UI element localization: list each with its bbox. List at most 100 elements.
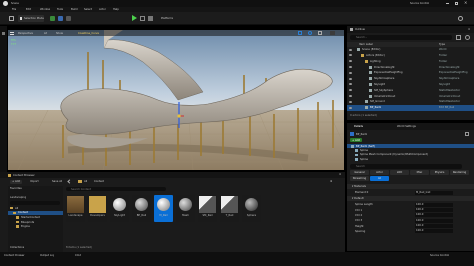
path-content[interactable]: Content bbox=[94, 180, 104, 183]
cb-asset-search[interactable]: Search Content bbox=[66, 187, 166, 191]
col-type[interactable]: Type bbox=[439, 43, 445, 46]
menu-select[interactable]: Select bbox=[84, 8, 92, 11]
source-control-status[interactable]: Source Control bbox=[430, 254, 449, 257]
asset-tile[interactable]: SkyLight bbox=[110, 195, 129, 222]
lit-button[interactable]: Lit bbox=[44, 32, 47, 35]
filter-chip[interactable]: Actor bbox=[370, 170, 389, 175]
visibility-eye-icon[interactable] bbox=[349, 71, 352, 74]
output-log-button[interactable]: Output Log bbox=[40, 254, 54, 257]
cb-save-all-button[interactable]: Save All bbox=[52, 180, 62, 183]
outliner-row[interactable]: Lighting Folder bbox=[347, 59, 474, 65]
outliner-tab[interactable]: Outliner ✕ bbox=[347, 26, 474, 33]
cb-import-button[interactable]: Import bbox=[30, 180, 39, 183]
menu-help[interactable]: Help bbox=[113, 8, 119, 11]
cinematics-icon[interactable] bbox=[66, 16, 71, 21]
show-button[interactable]: Show bbox=[56, 32, 63, 35]
add-component-button[interactable]: + Add bbox=[350, 138, 363, 142]
asset-tile[interactable]: Developers bbox=[88, 195, 107, 222]
actor-name[interactable]: BP_Rail1 bbox=[356, 133, 367, 136]
tab-world-settings[interactable]: World Settings bbox=[397, 125, 416, 128]
visibility-eye-icon[interactable] bbox=[349, 54, 352, 57]
cb-search-box[interactable] bbox=[10, 201, 60, 205]
asset-tile[interactable]: Sphere bbox=[242, 195, 261, 222]
visibility-eye-icon[interactable] bbox=[349, 94, 352, 97]
menu-actor[interactable]: Actor bbox=[99, 8, 106, 11]
component-row[interactable]: Spline bbox=[347, 157, 474, 161]
outliner-row[interactable]: DirectionalLight DirectionalLight bbox=[347, 64, 474, 70]
step-icon[interactable] bbox=[140, 16, 145, 21]
perspective-button[interactable]: Perspective bbox=[18, 32, 33, 35]
outliner-row[interactable]: SkyAtmosphere SkyAtmosphere bbox=[347, 76, 474, 82]
outliner-row[interactable]: Actors (Editor) Folder bbox=[347, 53, 474, 59]
property-value-field[interactable]: 100.0 bbox=[415, 218, 453, 223]
visibility-eye-icon[interactable] bbox=[349, 77, 352, 80]
filter-chip[interactable]: Rendering bbox=[450, 170, 469, 175]
filter-chip[interactable]: Streaming bbox=[350, 176, 369, 181]
save-icon[interactable] bbox=[9, 16, 14, 21]
outliner-close-icon[interactable]: ✕ bbox=[468, 28, 470, 31]
col-item-label[interactable]: Item Label bbox=[359, 43, 373, 46]
filter-icon[interactable] bbox=[456, 35, 461, 40]
property-value-field[interactable]: 100.0 bbox=[415, 213, 453, 218]
path-all[interactable]: All bbox=[84, 180, 87, 183]
menu-build[interactable]: Build bbox=[71, 8, 78, 11]
details-search-input[interactable]: Search bbox=[356, 165, 365, 168]
asset-tile[interactable]: T_Rail bbox=[220, 195, 239, 222]
rotation-snap-icon[interactable] bbox=[308, 31, 312, 35]
content-browser-close-icon[interactable]: ✕ bbox=[339, 173, 341, 176]
property-value-field[interactable]: 100.0 bbox=[415, 208, 453, 213]
menu-window[interactable]: Window bbox=[40, 8, 50, 11]
cb-tree-item[interactable]: Engine bbox=[8, 224, 63, 228]
details-search-box[interactable]: Search bbox=[350, 164, 462, 169]
blueprint-icon[interactable] bbox=[58, 16, 63, 21]
property-value-field[interactable]: 100.0 bbox=[415, 224, 453, 228]
cmd-input[interactable]: Cmd bbox=[75, 254, 81, 257]
add-content-icon[interactable] bbox=[50, 16, 55, 21]
favorites-header[interactable]: Favorites bbox=[10, 187, 22, 190]
viewport-menu-icon[interactable] bbox=[10, 31, 14, 35]
visibility-eye-icon[interactable] bbox=[349, 100, 352, 103]
visibility-eye-icon[interactable] bbox=[349, 60, 352, 63]
settings-icon[interactable] bbox=[458, 16, 463, 21]
cb-add-button[interactable]: + Add bbox=[10, 179, 23, 184]
platforms-button[interactable]: Platforms bbox=[161, 17, 173, 20]
outliner-settings-icon[interactable] bbox=[465, 35, 470, 40]
maximize-icon[interactable] bbox=[455, 2, 458, 5]
selection-mode-button[interactable]: Selection Mode bbox=[18, 15, 44, 22]
filter-chip[interactable]: LOD bbox=[390, 170, 409, 175]
visibility-eye-icon[interactable] bbox=[349, 89, 352, 92]
scale-snap-icon[interactable] bbox=[318, 31, 322, 35]
outliner-search-box[interactable]: Search... bbox=[350, 35, 452, 40]
outliner-row[interactable]: ExponentialHeightFog ExponentialHeightFog bbox=[347, 70, 474, 76]
menu-file[interactable]: File bbox=[12, 8, 16, 11]
filter-chip[interactable]: Physics bbox=[430, 170, 449, 175]
project-header[interactable]: Landscaping bbox=[10, 196, 26, 199]
visibility-eye-icon[interactable] bbox=[349, 48, 352, 51]
asset-tile[interactable]: SM_Rail bbox=[198, 195, 217, 222]
close-icon[interactable]: ✕ bbox=[464, 1, 467, 4]
grid-snap-icon[interactable] bbox=[298, 31, 302, 35]
filter-chip[interactable]: Misc bbox=[410, 170, 429, 175]
property-value-field[interactable]: M_Rail_Inst bbox=[415, 190, 453, 195]
place-actors-icon[interactable] bbox=[2, 32, 5, 35]
stop-icon[interactable] bbox=[148, 16, 153, 21]
level-viewport[interactable]: Perspective Lit Show Coastline_Curve FPS… bbox=[8, 30, 344, 170]
outliner-row[interactable]: SM_SkySphere StaticMeshActor bbox=[347, 88, 474, 94]
details-section-header[interactable]: ▾ Default bbox=[347, 196, 474, 202]
filter-chip[interactable]: All bbox=[370, 176, 389, 181]
outliner-row[interactable]: Scene (Editor) World bbox=[347, 47, 474, 53]
outliner-row[interactable]: SM_Ground StaticMeshActor bbox=[347, 99, 474, 105]
visibility-eye-icon[interactable] bbox=[349, 83, 352, 86]
collections-header[interactable]: Collections bbox=[10, 246, 24, 249]
viewport-scene[interactable] bbox=[8, 30, 344, 170]
details-section-header[interactable]: ▾ Materials bbox=[347, 184, 474, 189]
menu-tools[interactable]: Tools bbox=[57, 8, 63, 11]
camera-speed-icon[interactable] bbox=[330, 31, 335, 35]
filter-chip[interactable]: General bbox=[350, 170, 369, 175]
cb-asset-search-input[interactable]: Search Content bbox=[71, 188, 91, 191]
outliner-row[interactable]: VolumetricCloud VolumetricCloud bbox=[347, 93, 474, 99]
asset-tile[interactable]: Landscape bbox=[66, 195, 85, 222]
tab-details[interactable]: Details bbox=[354, 125, 363, 128]
outliner-search-input[interactable]: Search... bbox=[356, 36, 367, 39]
content-drawer-button[interactable]: Content Drawer bbox=[4, 254, 25, 257]
